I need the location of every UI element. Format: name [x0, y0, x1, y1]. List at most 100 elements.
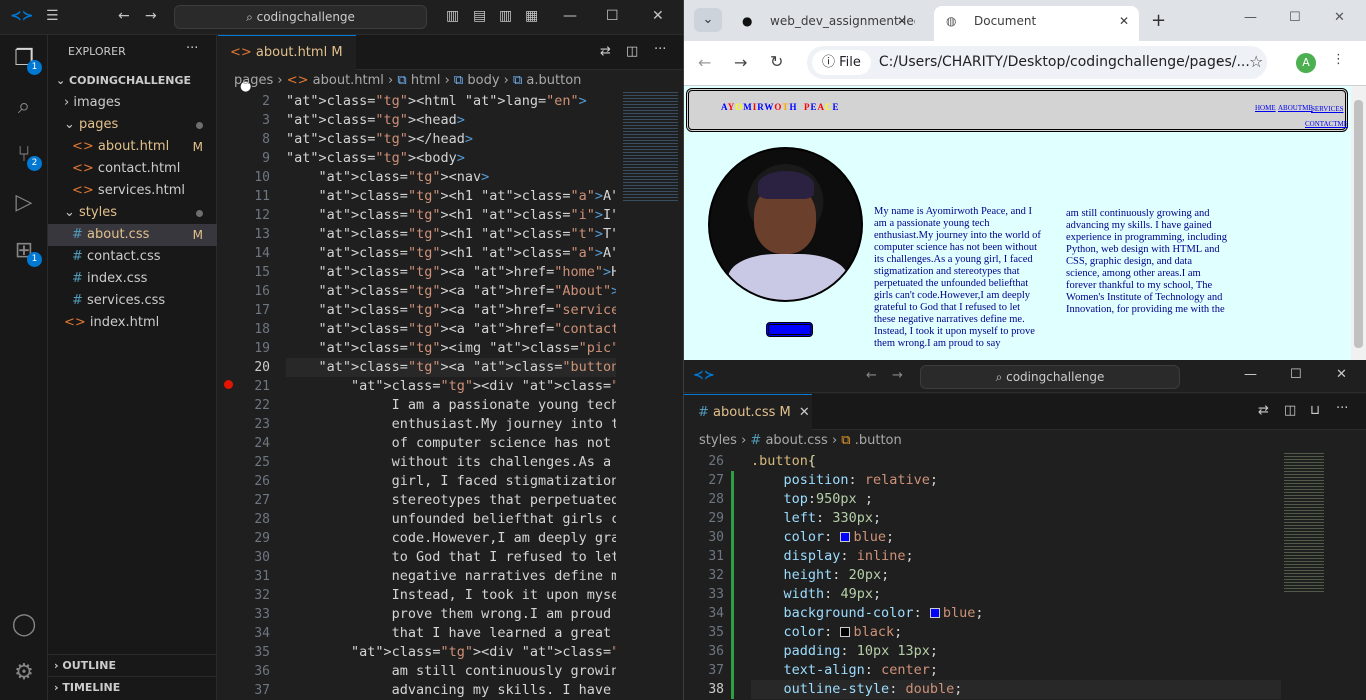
browser-tab-document[interactable]: ◍ Document ✕ [934, 6, 1139, 41]
code-area[interactable]: "at">class="tg"><html "at">lang="en"> "at… [286, 92, 616, 700]
code-line[interactable]: text-align: center; [751, 661, 1281, 680]
new-tab-icon[interactable]: + [1151, 10, 1166, 31]
breadcrumb-item[interactable]: a.button [526, 73, 581, 88]
maximize-icon[interactable]: ☐ [1289, 10, 1301, 25]
code-line[interactable]: girl, I faced stigmatization a [286, 472, 616, 491]
code-line[interactable]: I am a passionate young tech"at">class="… [286, 396, 616, 415]
code-line[interactable]: color: black; [751, 623, 1281, 642]
code-line[interactable]: .button{ [751, 452, 1281, 471]
split-editor-icon[interactable]: ◫ [1284, 403, 1296, 418]
extensions-icon[interactable]: ⊞ 1 [10, 237, 42, 267]
code-line[interactable]: unfounded beliefthat girls can [286, 510, 616, 529]
code-line[interactable]: that I have learned a great de [286, 624, 616, 643]
forward-arrow-icon[interactable]: → [145, 8, 157, 24]
code-line[interactable]: of computer science has not be [286, 434, 616, 453]
code-line[interactable]: padding: 10px 13px; [751, 642, 1281, 661]
code-line[interactable]: "at">class="tg"><h1 "at">class="i">I"at"… [286, 206, 616, 225]
breadcrumb-item[interactable]: styles [699, 433, 737, 448]
profile-avatar[interactable]: A [1296, 53, 1316, 73]
zoom-icon[interactable]: ⌕ [1217, 53, 1224, 68]
code-line[interactable]: to God that I refused to let t [286, 548, 616, 567]
code-line[interactable]: outline-style: double; [751, 680, 1281, 699]
timeline-section[interactable]: › TIMELINE [48, 676, 217, 698]
code-line[interactable]: "at">class="tg"><html "at">lang="en"> [286, 92, 616, 111]
code-line[interactable]: background-color: blue; [751, 604, 1281, 623]
workspace-folder[interactable]: ⌄ CODINGCHALLENGE [48, 70, 217, 92]
tree-item[interactable]: <> contact.html [48, 158, 217, 180]
maximize-icon[interactable]: ☐ [1290, 367, 1302, 382]
code-line[interactable]: "at">class="tg"><a "at">href="About">ABO… [286, 282, 616, 301]
browser-tab-github[interactable]: ●web_dev_assignment-lectu✕ [730, 6, 915, 41]
code-line[interactable]: "at">class="tg"><div "at">class="about2"… [286, 643, 616, 662]
toggle-secondary-sidebar-icon[interactable]: ▥ [499, 8, 512, 24]
code-line[interactable]: "at">class="tg"><a "at">href="contact">C… [286, 320, 616, 339]
code-line[interactable]: "at">class="tg"></head> [286, 130, 616, 149]
back-arrow-icon[interactable]: ← [866, 368, 877, 383]
more-actions-icon[interactable]: ··· [654, 42, 666, 57]
search-view-icon[interactable]: ⌕ [10, 93, 38, 121]
toggle-sidebar-icon[interactable]: ▥ [446, 8, 459, 24]
close-icon[interactable]: ✕ [1336, 367, 1347, 382]
breadcrumb-item[interactable]: about.html [313, 73, 384, 88]
menu-icon[interactable]: ☰ [46, 8, 59, 24]
account-icon[interactable]: ◯ [10, 611, 38, 639]
breakpoint-icon[interactable] [224, 380, 233, 389]
minimize-icon[interactable]: — [1244, 10, 1257, 25]
tree-item[interactable]: # services.css [48, 290, 217, 312]
minimize-icon[interactable]: — [563, 8, 577, 24]
lock-icon[interactable]: ⊔ [1310, 403, 1320, 418]
code-line[interactable]: "at">class="tg"><h1 "at">class="t">T"at"… [286, 225, 616, 244]
back-icon[interactable]: ← [698, 53, 711, 72]
code-line[interactable]: Instead, I took it upon myself [286, 586, 616, 605]
close-icon[interactable]: ✕ [652, 8, 664, 24]
browser-menu-icon[interactable]: ⋮ [1332, 52, 1345, 67]
tree-item[interactable]: ⌄ pages [48, 114, 217, 136]
code-line[interactable]: height: 20px; [751, 566, 1281, 585]
breadcrumb-item[interactable]: html [411, 73, 441, 88]
reload-icon[interactable]: ↻ [770, 52, 783, 71]
page-scrollbar[interactable] [1351, 86, 1366, 360]
code-line[interactable]: prove them wrong.I am proud to [286, 605, 616, 624]
tab-search-icon[interactable]: ⌄ [694, 8, 722, 32]
settings-gear-icon[interactable]: ⚙ [10, 659, 38, 687]
bookmark-star-icon[interactable]: ☆ [1249, 52, 1263, 71]
minimize-icon[interactable]: — [1244, 367, 1257, 382]
code-line[interactable]: "at">class="tg"><img "at">class="pic" "a… [286, 339, 616, 358]
site-info-chip[interactable]: ⓘ File [812, 50, 871, 75]
code-line[interactable]: negative narratives define me. [286, 567, 616, 586]
code-line[interactable]: code.However,I am deeply grate [286, 529, 616, 548]
tree-item[interactable]: # contact.css [48, 246, 217, 268]
back-arrow-icon[interactable]: ← [118, 8, 130, 24]
tab-about-css[interactable]: # about.css M ✕ [684, 394, 812, 430]
code-line[interactable]: "at">class="tg"><head> [286, 111, 616, 130]
code-line[interactable]: width: 49px; [751, 585, 1281, 604]
code-line[interactable]: advancing my skills. I have ga [286, 681, 616, 700]
code-line[interactable]: "at">class="tg"><body> [286, 149, 616, 168]
forward-arrow-icon[interactable]: → [892, 368, 903, 383]
more-actions-icon[interactable]: ··· [1336, 401, 1348, 416]
command-center-search[interactable]: ⌕ codingchallenge [174, 5, 427, 29]
breadcrumb-item[interactable]: .button [855, 433, 902, 448]
code-line[interactable]: "at">class="tg"><h1 "at">class="a">A"at"… [286, 244, 616, 263]
customize-layout-icon[interactable]: ▦ [525, 8, 538, 24]
code-line[interactable]: display: inline; [751, 547, 1281, 566]
code-line[interactable]: "at">class="tg"><a "at">class="button" "… [286, 358, 616, 377]
close-window-icon[interactable]: ✕ [1334, 10, 1345, 25]
code-line[interactable]: left: 330px; [751, 509, 1281, 528]
breadcrumb-item[interactable]: body [467, 73, 499, 88]
tree-item[interactable]: <> about.html M [48, 136, 217, 158]
code-line[interactable]: "at">class="tg"><h1 "at">class="a">A"at"… [286, 187, 616, 206]
run-debug-icon[interactable]: ▷ [10, 189, 38, 217]
minimap[interactable] [1284, 453, 1324, 593]
tree-item[interactable]: <> services.html [48, 180, 217, 202]
split-editor-icon[interactable]: ◫ [626, 44, 638, 59]
minimap[interactable] [623, 92, 678, 202]
tree-item[interactable]: # index.css [48, 268, 217, 290]
code-line[interactable]: enthusiast.My journey into the [286, 415, 616, 434]
tree-item[interactable]: <> index.html [48, 312, 217, 334]
address-bar[interactable]: ⓘ File C:/Users/CHARITY/Desktop/codingcha… [807, 46, 1267, 79]
code-line[interactable]: "at">class="tg"><div "at">class="about1"… [286, 377, 616, 396]
breadcrumb-item[interactable]: about.css [765, 433, 827, 448]
explorer-icon[interactable]: ❐ 1 [10, 45, 42, 75]
code-line[interactable]: stereotypes that perpetuated t [286, 491, 616, 510]
